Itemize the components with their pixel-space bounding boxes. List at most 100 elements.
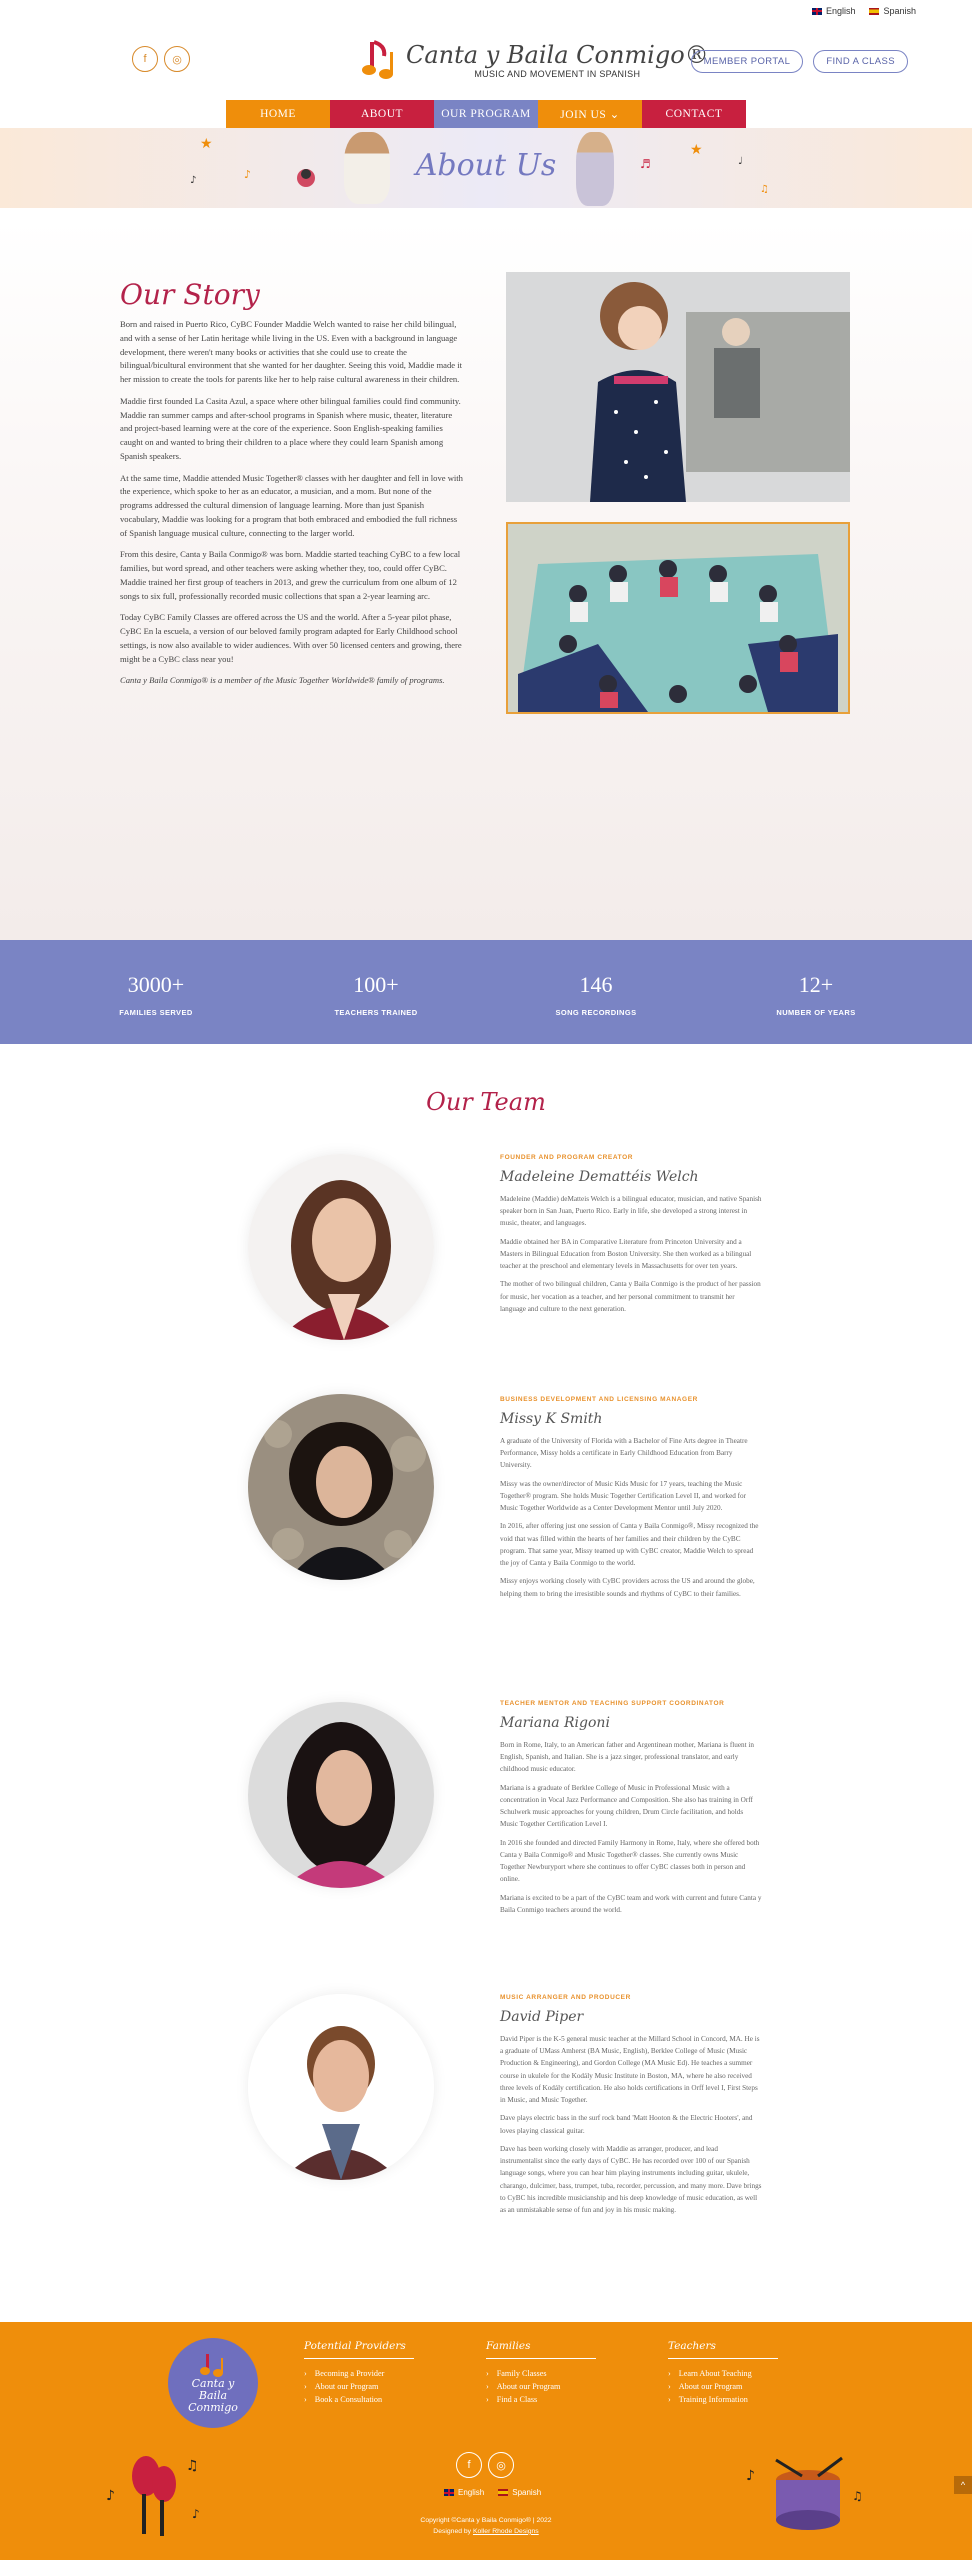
instagram-icon[interactable]: ◎ (488, 2452, 514, 2478)
footer-link[interactable]: › Find a Class (486, 2395, 596, 2404)
logo-subtitle: MUSIC AND MOVEMENT IN SPANISH (474, 69, 641, 79)
nav-home[interactable]: HOME (226, 100, 330, 128)
back-to-top-button[interactable]: ^ (954, 2476, 972, 2494)
svg-text:♪: ♪ (106, 2488, 115, 2504)
footer-language: English Spanish (444, 2488, 541, 2497)
story-paragraph: At the same time, Maddie attended Music … (120, 472, 463, 538)
footer-link-label: About our Program (678, 2382, 743, 2391)
footer-col-providers: Potential Providers › Becoming a Provider… (304, 2340, 414, 2408)
uk-flag-icon (444, 2489, 454, 2496)
footer-lang-label: Spanish (512, 2488, 542, 2497)
member-portal-button[interactable]: MEMBER PORTAL (690, 50, 804, 73)
member-bio-paragraph: The mother of two bilingual children, Ca… (500, 1280, 761, 1313)
footer-logo-text: Canta y Baila Conmigo (188, 2376, 238, 2415)
footer-music-notes-icon (200, 2353, 223, 2377)
footer-link[interactable]: › About our Program (304, 2382, 414, 2391)
footer-link[interactable]: › Book a Consultation (304, 2395, 414, 2404)
footer-col-title: Teachers (668, 2340, 778, 2359)
stat-families: 3000+ FAMILIES SERVED (46, 940, 266, 1044)
find-a-class-button[interactable]: FIND A CLASS (813, 50, 908, 73)
chevron-right-icon: › (304, 2369, 307, 2378)
lang-spanish-label: Spanish (883, 6, 916, 16)
header-buttons: MEMBER PORTAL FIND A CLASS (690, 50, 908, 73)
stat-label: TEACHERS TRAINED (334, 1008, 418, 1017)
member-mariana: TEACHER MENTOR AND TEACHING SUPPORT COOR… (500, 1700, 762, 1922)
story-title: Our Story (120, 278, 260, 311)
page-title: About Us (415, 148, 557, 183)
chevron-right-icon: › (304, 2395, 307, 2404)
designer-link[interactable]: Koller Rhode Designs (473, 2528, 539, 2535)
footer-link-label: About our Program (496, 2382, 561, 2391)
footer-col-teachers: Teachers › Learn About Teaching › About ou… (668, 2340, 778, 2408)
music-notes-icon (362, 40, 393, 79)
nav-join-us[interactable]: JOIN US ⌄ (538, 100, 642, 128)
member-bio-paragraph: In 2016 she founded and directed Family … (500, 1838, 760, 1884)
story-photo-class-circle (506, 522, 850, 714)
stat-songs: 146 SONG RECORDINGS (486, 940, 706, 1044)
member-bio-paragraph: Madeleine (Maddie) deMatteis Welch is a … (500, 1195, 762, 1228)
nav-about[interactable]: ABOUT (330, 100, 434, 128)
avatar-mariana (248, 1702, 434, 1888)
avatar-madeleine (248, 1154, 434, 1340)
story-paragraph: Today CyBC Family Classes are offered ac… (120, 612, 462, 664)
footer-logo[interactable]: Canta y Baila Conmigo (168, 2338, 258, 2428)
footer-link[interactable]: › Becoming a Provider (304, 2369, 414, 2378)
page-banner: ★ ♪ ♪ ★ ♩ ♫ ♬ About Us (0, 128, 972, 208)
member-name: Madeleine Demattéis Welch (500, 1169, 699, 1185)
footer-lang-spanish[interactable]: Spanish (498, 2488, 541, 2497)
site-footer: Canta y Baila Conmigo Potential Provider… (0, 2322, 972, 2560)
language-bar: English Spanish (811, 6, 916, 16)
facebook-icon[interactable]: f (132, 46, 158, 72)
member-name: Missy K Smith (500, 1411, 603, 1427)
story-paragraph: Canta y Baila Conmigo® is a member of th… (120, 675, 445, 686)
footer-link[interactable]: › About our Program (668, 2382, 778, 2391)
portrait-missy (248, 1394, 434, 1580)
footer-link-label: Book a Consultation (314, 2395, 383, 2404)
stat-label: NUMBER OF YEARS (776, 1008, 856, 1017)
footer-link-label: About our Program (314, 2382, 379, 2391)
lang-english-link[interactable]: English (811, 6, 856, 16)
member-bio-paragraph: Missy was the owner/director of Music Ki… (500, 1479, 747, 1513)
member-name: Mariana Rigoni (500, 1715, 610, 1731)
chevron-right-icon: › (668, 2382, 671, 2391)
story-photo-girl-dancing (506, 272, 850, 502)
footer-link[interactable]: › Training Information (668, 2395, 778, 2404)
member-david: MUSIC ARRANGER AND PRODUCER David Piper … (500, 1994, 762, 2222)
footer-col-title: Families (486, 2340, 596, 2359)
team-title: Our Team (426, 1088, 546, 1116)
uk-flag-icon (811, 7, 822, 15)
site-logo[interactable]: Canta y Baila Conmigo® MUSIC AND MOVEMEN… (360, 38, 709, 82)
chevron-right-icon: › (486, 2395, 489, 2404)
instagram-icon[interactable]: ◎ (164, 46, 190, 72)
footer-link-label: Becoming a Provider (314, 2369, 385, 2378)
chevron-right-icon: › (304, 2382, 307, 2391)
stat-label: SONG RECORDINGS (555, 1008, 637, 1017)
member-bio-paragraph: Dave has been working closely with Maddi… (500, 2144, 762, 2215)
member-bio-paragraph: Born in Rome, Italy, to an American fath… (500, 1741, 754, 1774)
avatar-missy (248, 1394, 434, 1580)
svg-text:♫: ♫ (760, 184, 769, 195)
spain-flag-icon (869, 7, 880, 15)
footer-link[interactable]: › Learn About Teaching (668, 2369, 778, 2378)
footer-lang-english[interactable]: English (444, 2488, 484, 2497)
footer-link-label: Training Information (678, 2395, 748, 2404)
lang-spanish-link[interactable]: Spanish (869, 6, 916, 16)
member-role: TEACHER MENTOR AND TEACHING SUPPORT COOR… (500, 1700, 725, 1707)
story-paragraph: Born and raised in Puerto Rico, CyBC Fou… (120, 319, 462, 384)
stat-number: 100+ (353, 972, 399, 997)
portrait-mariana (248, 1702, 434, 1888)
nav-contact[interactable]: CONTACT (642, 100, 746, 128)
footer-col-title: Potential Providers (304, 2340, 414, 2359)
chevron-right-icon: › (486, 2382, 489, 2391)
story-paragraph: Maddie first founded La Casita Azul, a s… (120, 395, 461, 461)
stat-label: FAMILIES SERVED (119, 1008, 193, 1017)
stat-number: 12+ (798, 972, 834, 997)
footer-link[interactable]: › About our Program (486, 2382, 596, 2391)
nav-our-program[interactable]: OUR PROGRAM (434, 100, 538, 128)
member-bio-paragraph: Dave plays electric bass in the surf roc… (500, 2114, 753, 2135)
footer-link[interactable]: › Family Classes (486, 2369, 596, 2378)
photo-class-illustration (508, 524, 848, 712)
member-missy: BUSINESS DEVELOPMENT AND LICENSING MANAG… (500, 1396, 762, 1606)
facebook-icon[interactable]: f (456, 2452, 482, 2478)
lang-english-label: English (825, 6, 856, 16)
